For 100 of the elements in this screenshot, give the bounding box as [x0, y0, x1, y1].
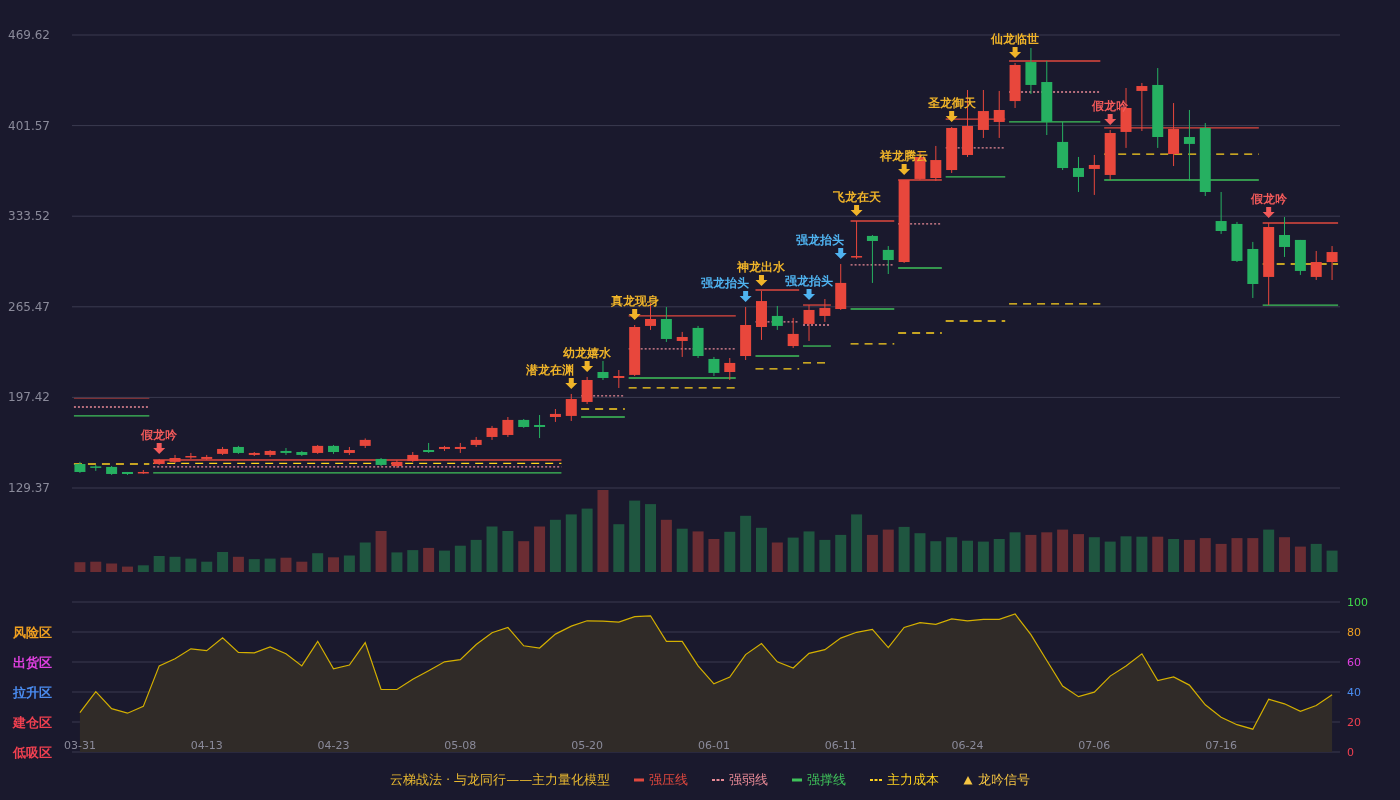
candlestick: [724, 357, 736, 381]
candlestick: [1310, 250, 1322, 281]
axis-label: 40: [1347, 686, 1361, 699]
candlestick: [819, 298, 831, 323]
candlestick: [74, 461, 86, 474]
candlestick: [391, 459, 403, 469]
support-line: [849, 308, 895, 310]
signal-label: 假龙吟: [141, 427, 178, 442]
candlestick: [977, 89, 989, 139]
candlestick: [359, 437, 371, 449]
candlestick: [423, 442, 435, 454]
cost-line: [580, 408, 626, 410]
candlestick: [866, 234, 878, 284]
cost-line: [849, 343, 895, 345]
axis-label: 06-01: [697, 739, 730, 752]
axis-label: 06-24: [951, 739, 984, 752]
axis-label: 05-08: [444, 739, 477, 752]
weak-line: [849, 264, 895, 266]
candlestick: [1231, 221, 1243, 263]
candlestick: [470, 436, 482, 448]
candlestick: [1136, 82, 1148, 132]
legend-title: 云梯战法 · 与龙同行——主力量化模型: [389, 771, 611, 789]
weak-line: [754, 321, 800, 323]
axis-label: 129.37: [8, 481, 50, 495]
signal-label: 飞龙在天: [832, 190, 881, 204]
axis-label: 333.52: [8, 209, 50, 224]
legend-label: 强弱线: [729, 771, 769, 789]
resistance-line: [802, 304, 832, 306]
candlestick: [676, 331, 688, 358]
resistance-line: [754, 289, 800, 291]
support-line: [945, 176, 1006, 178]
candlestick: [518, 418, 530, 429]
candlestick: [787, 317, 799, 349]
candlestick: [1247, 241, 1259, 299]
signal-label: 仙龙临世: [991, 32, 1040, 46]
candlestick: [1168, 102, 1180, 167]
candlestick: [232, 445, 244, 455]
candlestick: [1215, 191, 1227, 235]
candlestick: [106, 465, 118, 476]
candlestick: [1294, 239, 1306, 276]
axis-label: 197.42: [8, 390, 50, 405]
candlestick: [1088, 154, 1100, 196]
axis-label: 06-11: [824, 739, 857, 752]
legend-label: 强压线: [649, 771, 689, 789]
candlestick: [565, 393, 577, 422]
signal-label: 神龙出水: [737, 259, 786, 274]
candlestick: [1104, 129, 1116, 181]
candlestick: [629, 324, 641, 377]
candlestick: [581, 376, 593, 405]
candlestick: [597, 360, 609, 381]
candlestick: [502, 416, 514, 438]
candlestick: [803, 304, 815, 342]
zone-label: 低吸区: [13, 745, 52, 760]
axis-label: 03-31: [63, 739, 96, 752]
candlestick: [169, 454, 181, 464]
cost-line: [754, 368, 800, 370]
signal-label: 真龙现身: [610, 294, 659, 308]
legend-label: 龙吟信号: [978, 771, 1031, 789]
axis-label: 20: [1347, 716, 1361, 729]
axis-label: 100: [1347, 596, 1368, 609]
support-line: [897, 267, 943, 269]
weak-line: [802, 324, 832, 326]
candlestick: [248, 451, 260, 457]
candlestick: [946, 126, 958, 174]
axis-label: 07-16: [1205, 739, 1238, 752]
candlestick: [407, 451, 419, 463]
resistance-line: [849, 220, 895, 222]
candlestick: [328, 444, 340, 455]
candlestick: [217, 446, 229, 456]
zone-label: 建仓区: [13, 715, 52, 730]
candlestick: [613, 369, 625, 389]
candlestick: [534, 414, 546, 439]
candlestick: [185, 452, 197, 460]
axis-label: 401.57: [8, 118, 50, 133]
candlestick: [993, 90, 1005, 139]
signal-label: 强龙抬头: [785, 274, 834, 289]
resistance-line: [897, 179, 943, 181]
axis-label: 04-23: [317, 739, 350, 752]
support-line: [580, 416, 626, 418]
candlestick: [1025, 47, 1037, 95]
candlestick: [708, 356, 720, 377]
candlestick: [312, 444, 324, 455]
legend-label: 强撑线: [807, 771, 847, 789]
axis-label: 05-20: [571, 739, 604, 752]
cost-line: [945, 320, 1006, 322]
signal-label: 假龙吟: [1250, 192, 1287, 206]
support-line: [802, 345, 832, 347]
candlestick: [660, 306, 672, 343]
axis-label: 80: [1347, 626, 1361, 639]
candlestick: [882, 245, 894, 275]
triangle-icon: [963, 775, 974, 785]
candlestick: [1326, 245, 1338, 281]
axis-label: 07-06: [1078, 739, 1111, 752]
candlestick: [375, 457, 387, 467]
support-line: [754, 355, 800, 357]
candlestick: [454, 442, 466, 454]
candlestick: [90, 464, 102, 472]
candlestick: [1057, 121, 1069, 171]
candlestick: [486, 425, 498, 441]
axis-label: 469.62: [8, 28, 50, 42]
